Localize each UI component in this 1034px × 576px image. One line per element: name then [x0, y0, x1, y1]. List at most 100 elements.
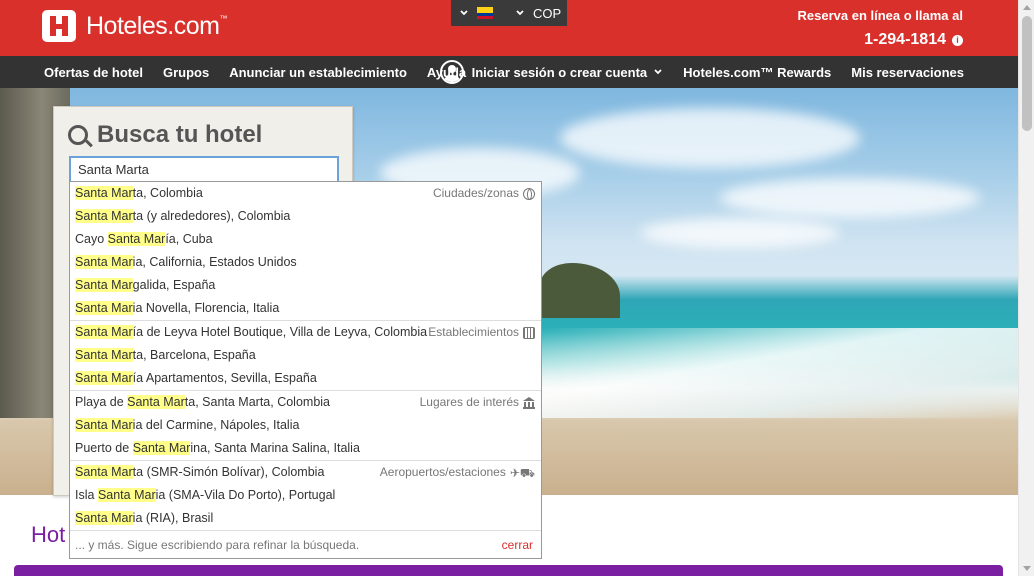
suggestion-category: Aeropuertos/estaciones ✈⛟	[380, 461, 535, 484]
suggestion-match: Santa Mar	[75, 371, 133, 385]
suggestion-item[interactable]: Santa Marta, Colombia Ciudades/zonas	[70, 182, 541, 205]
suggestion-text: ía, Cuba	[165, 232, 213, 246]
scroll-down-icon[interactable]	[1023, 566, 1031, 571]
suggestion-match: Santa Mar	[97, 488, 156, 502]
suggestion-match: Santa Mar	[75, 465, 133, 479]
suggestion-match: Santa Mar	[107, 232, 166, 246]
autocomplete-group: Playa de Santa Marta, Santa Marta, Colom…	[70, 391, 541, 461]
chevron-down-icon	[460, 10, 468, 16]
nav-list-property[interactable]: Anunciar un establecimiento	[229, 65, 407, 80]
building-icon	[523, 326, 535, 339]
destination-input[interactable]	[69, 156, 339, 183]
suggestion-category: Lugares de interés	[420, 391, 535, 414]
category-label: Lugares de interés	[419, 395, 519, 409]
suggestion-match: Santa Mar	[75, 278, 133, 292]
signin-link[interactable]: Iniciar sesión o crear cuenta	[439, 60, 664, 84]
suggestion-category: Establecimientos	[428, 321, 535, 344]
suggestion-item[interactable]: Isla Santa Maria (SMA-Vila Do Porto), Po…	[70, 484, 541, 507]
suggestion-item[interactable]: Santa Maria, California, Estados Unidos	[70, 251, 541, 274]
nav-groups[interactable]: Grupos	[163, 65, 209, 80]
chevron-down-icon	[654, 69, 662, 75]
info-icon[interactable]: i	[952, 34, 963, 46]
suggestion-text: ina, Santa Marina Salina, Italia	[190, 441, 360, 455]
suggestion-text: ta, Colombia	[132, 186, 203, 200]
nav-rewards[interactable]: Hoteles.com™ Rewards	[683, 65, 831, 80]
suggestion-text: ia Novella, Florencia, Italia	[132, 301, 280, 315]
suggestion-text: ía de Leyva Hotel Boutique, Villa de Ley…	[132, 325, 428, 339]
suggestion-item[interactable]: Playa de Santa Marta, Santa Marta, Colom…	[70, 391, 541, 414]
suggestion-item[interactable]: Santa Marta, Barcelona, España	[70, 344, 541, 367]
section-heading: Hot	[31, 522, 66, 547]
autocomplete-group: Santa Marta, Colombia Ciudades/zonas Santa…	[70, 182, 541, 321]
suggestion-text: ía Apartamentos, Sevilla, España	[132, 371, 317, 385]
suggestion-match: Santa Mar	[75, 511, 133, 525]
scroll-up-icon[interactable]	[1023, 5, 1031, 10]
suggestion-match: Santa Mar	[75, 348, 133, 362]
more-results-hint: ... y más. Sigue escribiendo para refina…	[75, 538, 360, 552]
suggestion-item[interactable]: Santa Margalida, España	[70, 274, 541, 297]
autocomplete-dropdown: Santa Marta, Colombia Ciudades/zonas Santa…	[69, 181, 542, 559]
colombia-flag-icon[interactable]	[477, 7, 493, 19]
suggestion-text: galida, España	[132, 278, 216, 292]
locale-selector[interactable]: COP	[451, 0, 567, 26]
suggestion-item[interactable]: Santa María Apartamentos, Sevilla, Españ…	[70, 367, 541, 390]
suggestion-text: ta (SMR-Simón Bolívar), Colombia	[132, 465, 325, 479]
autocomplete-group: Santa María de Leyva Hotel Boutique, Vil…	[70, 321, 541, 391]
suggestion-item[interactable]: Puerto de Santa Marina, Santa Marina Sal…	[70, 437, 541, 460]
suggestion-match: Santa Mar	[75, 301, 133, 315]
signin-label: Iniciar sesión o crear cuenta	[471, 64, 648, 80]
suggestion-match: Santa Mar	[75, 209, 133, 223]
promo-banner	[14, 565, 1003, 576]
search-title: Busca tu hotel	[68, 121, 262, 149]
nav-my-reservations[interactable]: Mis reservaciones	[851, 65, 964, 80]
suggestion-item[interactable]: Santa Marta (y alrededores), Colombia	[70, 205, 541, 228]
suggestion-match: Santa Mar	[75, 186, 133, 200]
globe-icon	[523, 187, 535, 200]
category-label: Aeropuertos/estaciones	[379, 465, 506, 479]
suggestion-text: Isla	[75, 488, 98, 502]
suggestion-match: Santa Mar	[132, 441, 191, 455]
suggestion-item[interactable]: Santa Maria (RIA), Brasil	[70, 507, 541, 530]
autocomplete-footer: ... y más. Sigue escribiendo para refina…	[70, 531, 541, 560]
suggestion-text: Puerto de	[75, 441, 133, 455]
suggestion-item[interactable]: Santa Maria del Carmine, Nápoles, Italia	[70, 414, 541, 437]
scroll-thumb[interactable]	[1022, 16, 1032, 131]
page-scrollbar[interactable]	[1018, 0, 1034, 576]
brand-logo[interactable]: Hoteles.com™	[42, 10, 227, 42]
top-header: Hoteles.com™ COP Reserva en línea o llam…	[0, 0, 1018, 56]
nav-hotel-deals[interactable]: Ofertas de hotel	[44, 65, 143, 80]
suggestion-text: Cayo	[75, 232, 108, 246]
autocomplete-group: Santa Marta (SMR-Simón Bolívar), Colombi…	[70, 461, 541, 531]
contact-info: Reserva en línea o llama al 1-294-1814 i	[798, 8, 963, 49]
plane-train-icon: ✈⛟	[509, 465, 535, 480]
suggestion-item[interactable]: Santa Maria Novella, Florencia, Italia	[70, 297, 541, 320]
suggestion-text: ia (SMA-Vila Do Porto), Portugal	[155, 488, 336, 502]
contact-text: Reserva en línea o llama al	[797, 8, 963, 23]
suggestion-match: Santa Mar	[127, 395, 185, 409]
suggestion-text: ta (y alrededores), Colombia	[132, 209, 291, 223]
landmark-icon	[523, 396, 535, 409]
category-label: Establecimientos	[428, 325, 519, 339]
hotel-logo-icon	[42, 10, 76, 42]
search-icon	[68, 125, 88, 145]
main-nav: Ofertas de hotel Grupos Anunciar un esta…	[0, 56, 1018, 88]
suggestion-match: Santa Mar	[75, 255, 133, 269]
suggestion-text: ia (RIA), Brasil	[132, 511, 214, 525]
suggestion-text: ia, California, Estados Unidos	[132, 255, 297, 269]
close-dropdown-link[interactable]: cerrar	[502, 531, 533, 560]
suggestion-text: ta, Santa Marta, Colombia	[184, 395, 331, 409]
phone-number[interactable]: 1-294-1814 i	[798, 31, 963, 49]
suggestion-text: ta, Barcelona, España	[132, 348, 256, 362]
suggestion-category: Ciudades/zonas	[433, 182, 535, 205]
suggestion-item[interactable]: Santa María de Leyva Hotel Boutique, Vil…	[70, 321, 541, 344]
user-icon	[439, 60, 464, 84]
suggestion-match: Santa Mar	[75, 325, 133, 339]
suggestion-text: Playa de	[75, 395, 128, 409]
suggestion-text: ia del Carmine, Nápoles, Italia	[132, 418, 300, 432]
search-title-text: Busca tu hotel	[97, 121, 263, 148]
currency-selector[interactable]: COP	[533, 6, 561, 21]
brand-name: Hoteles.com™	[86, 11, 227, 40]
suggestion-item[interactable]: Santa Marta (SMR-Simón Bolívar), Colombi…	[70, 461, 541, 484]
category-label: Ciudades/zonas	[432, 186, 519, 200]
suggestion-item[interactable]: Cayo Santa María, Cuba	[70, 228, 541, 251]
